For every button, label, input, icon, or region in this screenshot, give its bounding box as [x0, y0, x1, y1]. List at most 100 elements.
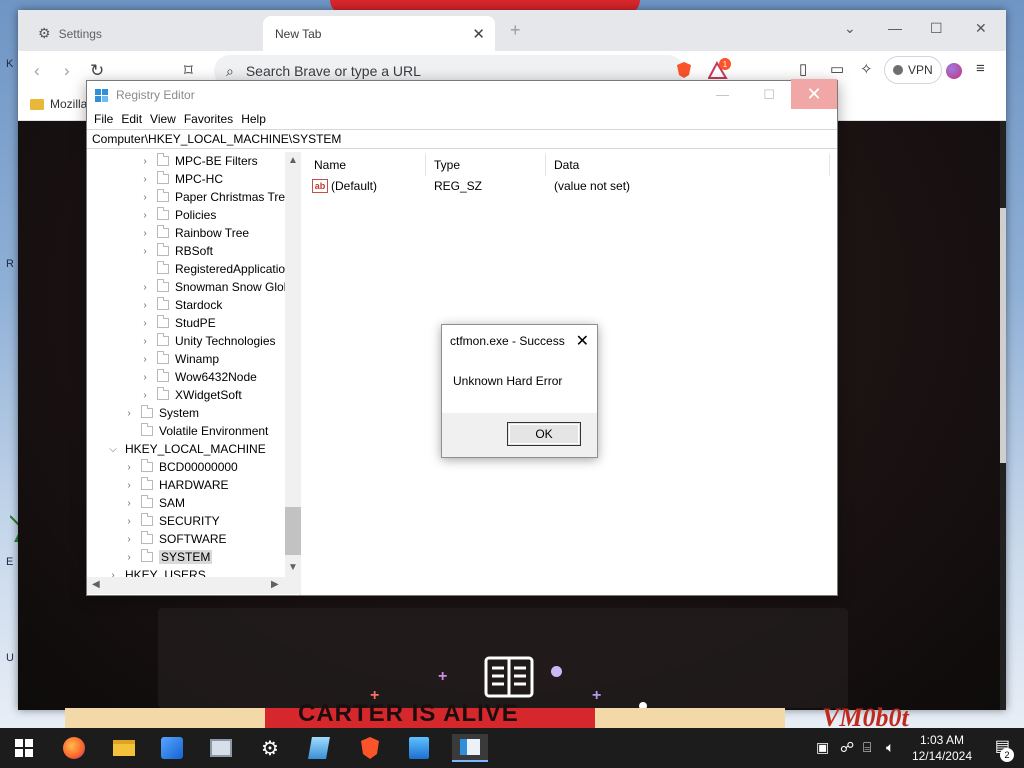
- vpn-button[interactable]: VPN: [884, 56, 942, 84]
- ok-button[interactable]: OK: [507, 422, 581, 446]
- chevron-right-icon[interactable]: ›: [139, 228, 151, 239]
- new-tab-button[interactable]: +: [510, 20, 521, 41]
- desktop-icon-label[interactable]: U: [6, 652, 14, 664]
- tree-node[interactable]: › Snowman Snow Globe: [139, 278, 297, 296]
- page-scroll-thumb[interactable]: [1000, 208, 1006, 463]
- chevron-right-icon[interactable]: ›: [139, 372, 151, 383]
- app-store-icon[interactable]: [158, 734, 186, 762]
- book-icon[interactable]: [484, 655, 534, 701]
- sidebar-icon[interactable]: ▯: [799, 60, 807, 78]
- tree-node[interactable]: › System: [123, 404, 199, 422]
- close-window-button[interactable]: ✕: [975, 20, 987, 37]
- tree-node[interactable]: › Unity Technologies: [139, 332, 276, 350]
- chevron-right-icon[interactable]: ›: [123, 534, 135, 545]
- tree-node[interactable]: › RBSoft: [139, 242, 213, 260]
- scroll-up-arrow[interactable]: ▲: [288, 155, 298, 166]
- chevron-down-icon[interactable]: ⌄: [844, 20, 856, 37]
- tray-people-icon[interactable]: ☍: [840, 739, 854, 756]
- scroll-down-arrow[interactable]: ▼: [288, 562, 298, 573]
- registry-editor-taskbar-icon[interactable]: [452, 734, 488, 762]
- tree-node[interactable]: RegisteredApplications: [139, 260, 298, 278]
- menu-view[interactable]: View: [149, 112, 183, 126]
- tree-node[interactable]: › SOFTWARE: [123, 530, 227, 548]
- tray-app-icon[interactable]: ▣: [816, 739, 829, 756]
- chevron-right-icon[interactable]: ›: [123, 516, 135, 527]
- close-icon[interactable]: ✕: [576, 331, 589, 351]
- volume-icon[interactable]: 🔈︎: [886, 739, 894, 756]
- chevron-right-icon[interactable]: ›: [139, 390, 151, 401]
- tree-node[interactable]: › MPC-BE Filters: [139, 152, 258, 170]
- forward-icon[interactable]: ›: [64, 61, 70, 81]
- close-icon[interactable]: ✕: [472, 25, 485, 43]
- tree-node[interactable]: › Winamp: [139, 350, 219, 368]
- desktop-icon-label[interactable]: R: [6, 258, 14, 270]
- chevron-right-icon[interactable]: ›: [123, 480, 135, 491]
- leo-ai-icon[interactable]: ✧: [860, 60, 873, 78]
- chevron-right-icon[interactable]: ›: [139, 300, 151, 311]
- tab-settings[interactable]: ⚙ Settings: [28, 16, 263, 51]
- chevron-right-icon[interactable]: ›: [139, 318, 151, 329]
- desktop-icon-label[interactable]: E: [6, 556, 13, 568]
- reload-icon[interactable]: ↻: [90, 61, 104, 81]
- tree-node[interactable]: › SAM: [123, 494, 185, 512]
- tree-node[interactable]: › Wow6432Node: [139, 368, 257, 386]
- back-icon[interactable]: ‹: [34, 61, 40, 81]
- tree-node[interactable]: › StudPE: [139, 314, 216, 332]
- tree-node[interactable]: › Paper Christmas Tree: [139, 188, 292, 206]
- chevron-right-icon[interactable]: ›: [123, 462, 135, 473]
- tree-scroll-thumb[interactable]: [285, 507, 301, 555]
- menu-icon[interactable]: ≡: [976, 60, 985, 77]
- brave-icon[interactable]: [356, 734, 384, 762]
- start-button[interactable]: [10, 734, 38, 762]
- chevron-right-icon[interactable]: ›: [139, 282, 151, 293]
- settings-gear-icon[interactable]: ⚙: [256, 734, 284, 762]
- chevron-right-icon[interactable]: ›: [139, 354, 151, 365]
- network-icon[interactable]: ⌸: [863, 739, 871, 756]
- column-type[interactable]: Type: [426, 154, 546, 176]
- bookmark-folder[interactable]: Mozilla: [30, 97, 87, 111]
- tree-node[interactable]: › HARDWARE: [123, 476, 229, 494]
- notepad-icon[interactable]: [305, 734, 333, 762]
- title-bar[interactable]: Registry Editor — ☐ ✕: [87, 79, 837, 109]
- tree-node[interactable]: › Policies: [139, 206, 216, 224]
- minimize-button[interactable]: —: [888, 20, 902, 36]
- chevron-down-icon[interactable]: ⌵: [107, 444, 119, 455]
- menu-favorites[interactable]: Favorites: [183, 112, 240, 126]
- tree-node[interactable]: › Stardock: [139, 296, 222, 314]
- column-data[interactable]: Data: [546, 154, 830, 176]
- bookmark-icon[interactable]: ⌑: [184, 61, 193, 81]
- maximize-button[interactable]: ☐: [763, 87, 775, 103]
- maximize-button[interactable]: ☐: [930, 20, 943, 37]
- menu-file[interactable]: File: [93, 112, 120, 126]
- chevron-right-icon[interactable]: ›: [123, 498, 135, 509]
- tab-new-tab[interactable]: New Tab ✕: [263, 16, 495, 51]
- clock[interactable]: 1:03 AM 12/14/2024: [912, 732, 972, 764]
- dialog-title-bar[interactable]: ctfmon.exe - Success ✕: [442, 325, 597, 356]
- tree-node[interactable]: › SYSTEM: [123, 548, 213, 566]
- minimize-button[interactable]: —: [716, 87, 729, 102]
- wallet-icon[interactable]: ▭: [830, 60, 844, 78]
- installer-icon[interactable]: [405, 734, 433, 762]
- tree-node[interactable]: › BCD00000000: [123, 458, 238, 476]
- chevron-right-icon[interactable]: ›: [139, 210, 151, 221]
- brave-shield-icon[interactable]: [676, 61, 692, 79]
- tree-node[interactable]: › SECURITY: [123, 512, 220, 530]
- tree-horizontal-scrollbar[interactable]: ◀ ▶: [87, 577, 301, 594]
- chevron-right-icon[interactable]: ›: [139, 192, 151, 203]
- column-name[interactable]: Name: [306, 154, 426, 176]
- desktop-icon-label[interactable]: K: [6, 58, 13, 70]
- chevron-right-icon[interactable]: ›: [139, 246, 151, 257]
- firefox-icon[interactable]: [60, 734, 88, 762]
- tree-node[interactable]: Volatile Environment: [123, 422, 268, 440]
- chevron-right-icon[interactable]: ›: [123, 552, 135, 563]
- menu-help[interactable]: Help: [240, 112, 273, 126]
- tree-node[interactable]: › Rainbow Tree: [139, 224, 249, 242]
- file-explorer-icon[interactable]: [110, 734, 138, 762]
- chevron-right-icon[interactable]: ›: [139, 174, 151, 185]
- scroll-left-arrow[interactable]: ◀: [92, 579, 100, 590]
- tree-node[interactable]: ⌵ HKEY_LOCAL_MACHINE: [107, 440, 266, 458]
- close-button[interactable]: ✕: [791, 79, 837, 109]
- photos-icon[interactable]: [207, 734, 235, 762]
- chevron-right-icon[interactable]: ›: [139, 336, 151, 347]
- value-row[interactable]: ab (Default): [312, 176, 377, 196]
